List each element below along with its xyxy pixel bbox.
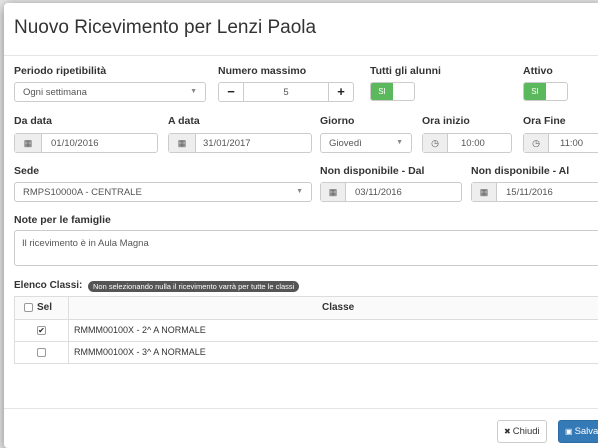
non-disponibile-al-label: Non disponibile - Al — [471, 165, 570, 177]
table-row[interactable]: ✔ RMMM00100X - 2^ A NORMALE — [15, 320, 598, 342]
calendar-icon: ▦ — [15, 134, 42, 152]
non-disponibile-dal-label: Non disponibile - Dal — [320, 165, 425, 177]
note-textarea[interactable]: Il ricevimento è in Aula Magna — [14, 230, 598, 266]
chevron-down-icon: ▼ — [190, 88, 197, 95]
clock-icon: ◷ — [524, 134, 549, 152]
ora-inizio-label: Ora inizio — [422, 115, 470, 127]
non-disponibile-dal-input[interactable]: ▦ 03/11/2016 — [320, 182, 462, 202]
ora-fine-label: Ora Fine — [523, 115, 566, 127]
elenco-classi-label: Elenco Classi: — [14, 280, 83, 291]
calendar-icon: ▦ — [169, 134, 196, 152]
sel-cell: ✔ — [15, 320, 69, 341]
sel-header-cell: Sel — [15, 297, 69, 319]
non-disponibile-al-value: 15/11/2016 — [506, 187, 553, 198]
numero-stepper: − 5 + — [218, 82, 354, 102]
row-checkbox-checked[interactable]: ✔ — [37, 326, 46, 335]
sel-cell — [15, 342, 69, 363]
classi-table: Sel Classe ✔ RMMM00100X - 2^ A NORMALE R… — [14, 296, 598, 364]
da-data-value: 01/10/2016 — [51, 138, 99, 149]
periodo-label: Periodo ripetibilità — [14, 65, 107, 77]
note-value: Il ricevimento è in Aula Magna — [22, 238, 149, 249]
giorno-label: Giorno — [320, 115, 355, 127]
sede-value: RMPS10000A - CENTRALE — [23, 187, 142, 198]
ora-inizio-value: 10:00 — [461, 138, 485, 149]
a-data-value: 31/01/2017 — [203, 138, 251, 149]
giorno-value: Giovedì — [329, 138, 362, 149]
non-disponibile-dal-value: 03/11/2016 — [355, 187, 402, 198]
sede-select[interactable]: RMPS10000A - CENTRALE ▼ — [14, 182, 312, 202]
classe-cell: RMMM00100X - 2^ A NORMALE — [74, 325, 206, 335]
times-icon: ✖ — [504, 427, 511, 436]
ora-fine-value: 11:00 — [560, 138, 584, 149]
chevron-down-icon: ▼ — [296, 188, 303, 195]
footer-divider — [4, 408, 598, 409]
clock-icon: ◷ — [423, 134, 448, 152]
a-data-label: A data — [168, 115, 200, 127]
tutti-alunni-toggle[interactable]: SI — [370, 82, 415, 101]
da-data-label: Da data — [14, 115, 52, 127]
tutti-alunni-label: Tutti gli alunni — [370, 65, 441, 77]
calendar-icon: ▦ — [472, 183, 497, 201]
decrement-button[interactable]: − — [218, 82, 244, 102]
calendar-icon: ▦ — [321, 183, 346, 201]
periodo-select[interactable]: Ogni settimana ▼ — [14, 82, 206, 102]
attivo-label: Attivo — [523, 65, 553, 77]
header-divider — [4, 55, 598, 56]
periodo-value: Ogni settimana — [23, 87, 87, 98]
select-all-checkbox[interactable] — [24, 303, 33, 312]
dialog: Nuovo Ricevimento per Lenzi Paola Period… — [4, 3, 598, 448]
numero-value: 5 — [283, 87, 289, 98]
giorno-select[interactable]: Giovedì ▼ — [320, 133, 412, 153]
chevron-down-icon: ▼ — [396, 139, 403, 146]
close-label: Chiudi — [512, 426, 540, 437]
note-label: Note per le famiglie — [14, 214, 111, 226]
toggle-on-label: SI — [371, 83, 393, 100]
close-button[interactable]: ✖ Chiudi — [497, 420, 547, 443]
a-data-input[interactable]: ▦ 31/01/2017 — [168, 133, 312, 153]
dialog-title: Nuovo Ricevimento per Lenzi Paola — [14, 17, 317, 38]
ora-fine-input[interactable]: ◷ 11:00 — [523, 133, 598, 153]
da-data-input[interactable]: ▦ 01/10/2016 — [14, 133, 158, 153]
table-header: Sel Classe — [15, 297, 598, 320]
floppy-icon: ▣ — [565, 427, 573, 436]
attivo-toggle[interactable]: SI — [523, 82, 568, 101]
ora-inizio-input[interactable]: ◷ 10:00 — [422, 133, 512, 153]
increment-button[interactable]: + — [328, 82, 354, 102]
non-disponibile-al-input[interactable]: ▦ 15/11/2016 — [471, 182, 598, 202]
sel-header: Sel — [37, 302, 53, 313]
sede-label: Sede — [14, 165, 40, 177]
numero-input[interactable]: 5 — [243, 82, 329, 102]
table-row[interactable]: RMMM00100X - 3^ A NORMALE — [15, 342, 598, 363]
classe-header: Classe — [322, 302, 355, 313]
row-checkbox[interactable] — [37, 348, 46, 357]
classe-cell: RMMM00100X - 3^ A NORMALE — [74, 347, 206, 357]
save-label: Salva — [574, 426, 598, 437]
save-button[interactable]: ▣ Salva — [558, 420, 598, 443]
toggle-on-label: SI — [524, 83, 546, 100]
numero-label: Numero massimo — [218, 65, 307, 77]
info-badge: Non selezionando nulla il ricevimento va… — [88, 281, 300, 292]
